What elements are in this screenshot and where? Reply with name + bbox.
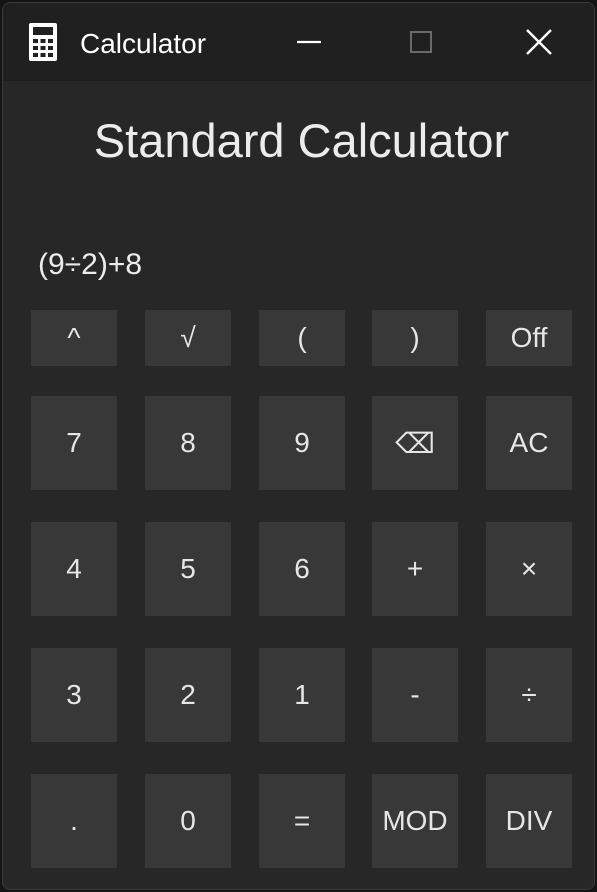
open-paren-button[interactable]: (	[259, 310, 345, 366]
close-paren-button[interactable]: )	[372, 310, 458, 366]
digit-4-button[interactable]: 4	[31, 522, 117, 616]
add-button[interactable]: +	[372, 522, 458, 616]
off-button[interactable]: Off	[486, 310, 572, 366]
page-title: Standard Calculator	[93, 114, 510, 167]
window-title: Calculator	[80, 28, 207, 59]
expression-display: (9÷2)+8	[38, 248, 143, 281]
close-icon	[526, 29, 552, 55]
minimize-icon	[297, 40, 321, 44]
digit-1-button[interactable]: 1	[259, 648, 345, 742]
decimal-button[interactable]: .	[31, 774, 117, 868]
backspace-button[interactable]: ⌫	[372, 396, 458, 490]
calculator-icon	[29, 23, 57, 61]
title-bar[interactable]: Calculator	[3, 3, 594, 81]
subtract-button[interactable]: -	[372, 648, 458, 742]
digit-3-button[interactable]: 3	[31, 648, 117, 742]
mod-button[interactable]: MOD	[372, 774, 458, 868]
digit-5-button[interactable]: 5	[145, 522, 231, 616]
power-button[interactable]: ^	[31, 310, 117, 366]
digit-2-button[interactable]: 2	[145, 648, 231, 742]
calculator-window: Calculator Standard Calculator (9÷2)+8 ^…	[2, 2, 595, 890]
digit-0-button[interactable]: 0	[145, 774, 231, 868]
digit-9-button[interactable]: 9	[259, 396, 345, 490]
divide-button[interactable]: ÷	[486, 648, 572, 742]
equals-button[interactable]: =	[259, 774, 345, 868]
multiply-button[interactable]: ×	[486, 522, 572, 616]
all-clear-button[interactable]: AC	[486, 396, 572, 490]
digit-8-button[interactable]: 8	[145, 396, 231, 490]
int-div-button[interactable]: DIV	[486, 774, 572, 868]
close-button[interactable]	[517, 21, 561, 63]
digit-7-button[interactable]: 7	[31, 396, 117, 490]
maximize-icon	[410, 31, 432, 53]
sqrt-button[interactable]: √	[145, 310, 231, 366]
minimize-button[interactable]	[287, 21, 331, 63]
maximize-button[interactable]	[399, 21, 443, 63]
digit-6-button[interactable]: 6	[259, 522, 345, 616]
